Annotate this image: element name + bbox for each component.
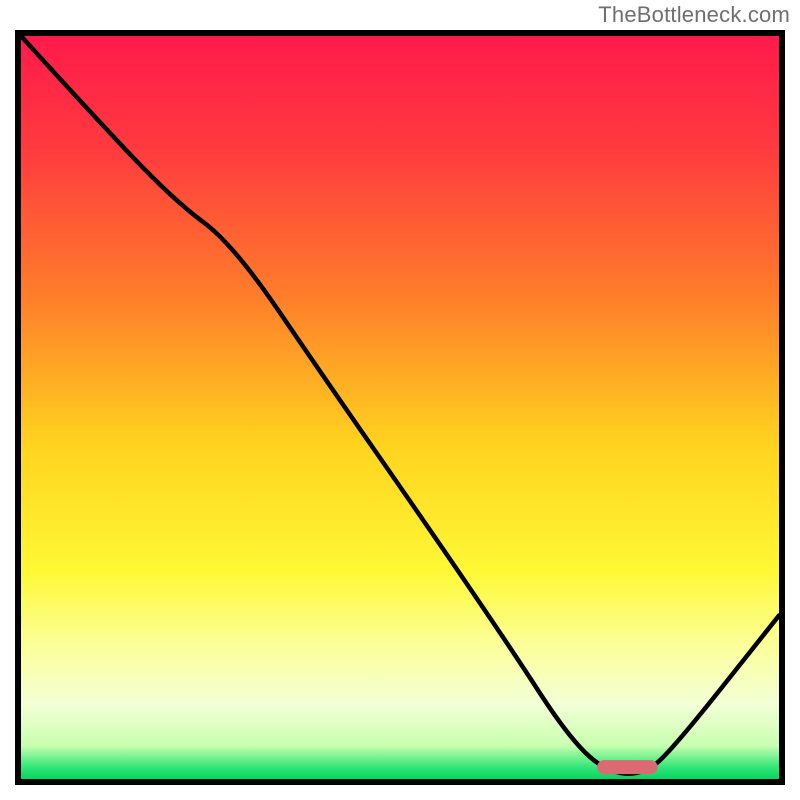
chart-frame <box>15 30 785 785</box>
gradient-background <box>21 36 779 779</box>
attribution-label: TheBottleneck.com <box>598 2 790 28</box>
chart-plot-area <box>21 36 779 779</box>
optimal-range-marker <box>597 760 658 774</box>
